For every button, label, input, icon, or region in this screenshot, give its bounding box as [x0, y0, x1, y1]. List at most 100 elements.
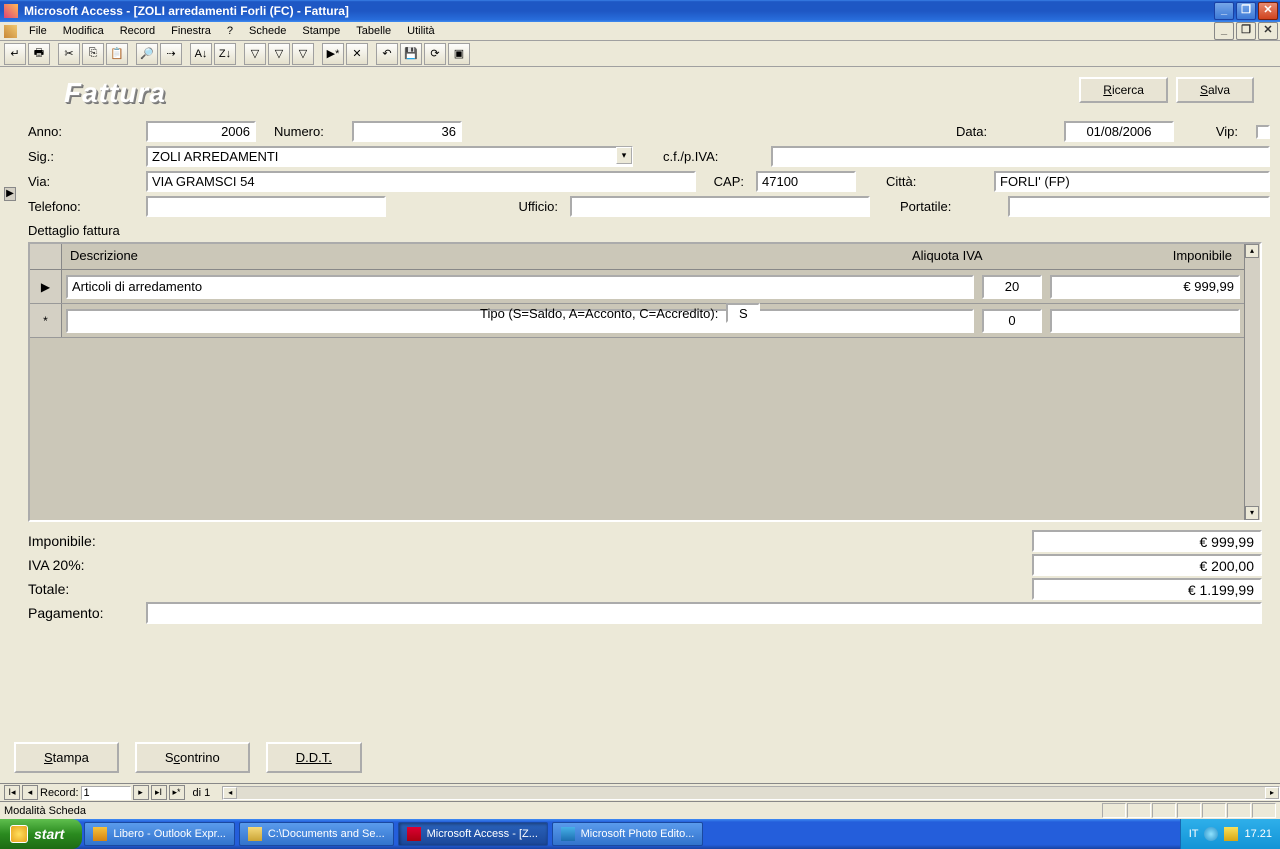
label-portatile: Portatile: — [900, 199, 1000, 214]
tool-database-icon[interactable]: ▣ — [448, 43, 470, 65]
status-text: Modalità Scheda — [4, 805, 86, 817]
mdi-close[interactable]: ✕ — [1258, 22, 1278, 40]
col-imponibile: Imponibile — [1044, 244, 1244, 269]
citta-input[interactable] — [994, 171, 1270, 192]
menu-schede[interactable]: Schede — [241, 23, 294, 39]
menu-stampe[interactable]: Stampe — [294, 23, 348, 39]
telefono-input[interactable] — [146, 196, 386, 217]
detail-subform: Descrizione Aliquota IVA Imponibile ▶ * … — [28, 242, 1262, 522]
start-button[interactable]: start — [0, 819, 82, 849]
menu-help[interactable]: ? — [219, 23, 241, 39]
taskbar-item-outlook[interactable]: Libero - Outlook Expr... — [84, 822, 235, 846]
portatile-input[interactable] — [1008, 196, 1270, 217]
tool-undo-icon[interactable]: ↶ — [376, 43, 398, 65]
label-numero: Numero: — [274, 124, 344, 139]
row-selector-new[interactable]: * — [30, 304, 62, 337]
sig-combo[interactable] — [146, 146, 633, 167]
stampa-button[interactable]: Stampa — [14, 742, 119, 773]
taskbar: start Libero - Outlook Expr... C:\Docume… — [0, 819, 1280, 849]
tool-print-icon[interactable]: 🖶 — [28, 43, 50, 65]
folder-icon — [248, 827, 262, 841]
windows-logo-icon — [10, 825, 28, 843]
menu-record[interactable]: Record — [112, 23, 163, 39]
numero-input[interactable] — [352, 121, 462, 142]
data-input[interactable] — [1064, 121, 1174, 142]
cfpiva-input[interactable] — [771, 146, 1270, 167]
nav-new-icon[interactable]: ▸* — [169, 785, 185, 800]
tool-refresh-icon[interactable]: ⟳ — [424, 43, 446, 65]
row-iva-input[interactable] — [982, 275, 1042, 299]
minimize-button[interactable]: _ — [1214, 2, 1234, 20]
horizontal-scrollbar[interactable]: ▸ ◂ — [222, 786, 1280, 800]
status-cell — [1252, 803, 1276, 818]
cap-input[interactable] — [756, 171, 856, 192]
tool-cut-icon[interactable]: ✂ — [58, 43, 80, 65]
taskbar-item-explorer[interactable]: C:\Documents and Se... — [239, 822, 394, 846]
tool-delete-record-icon[interactable]: ✕ — [346, 43, 368, 65]
bottom-buttons: Stampa Scontrino D.D.T. — [14, 742, 1266, 773]
status-bar: Modalità Scheda — [0, 801, 1280, 819]
tool-goto-icon[interactable]: ⇢ — [160, 43, 182, 65]
ddt-button[interactable]: D.D.T. — [266, 742, 362, 773]
row-descrizione-input[interactable] — [66, 275, 974, 299]
menu-file[interactable]: File — [21, 23, 55, 39]
label-dettaglio: Dettaglio fattura — [28, 223, 1270, 238]
taskbar-item-photoeditor[interactable]: Microsoft Photo Edito... — [552, 822, 704, 846]
row-imponibile-input[interactable] — [1050, 275, 1240, 299]
tool-filter-toggle-icon[interactable]: ▽ — [292, 43, 314, 65]
tool-paste-icon[interactable]: 📋 — [106, 43, 128, 65]
nav-first-icon[interactable]: I◂ — [4, 785, 20, 800]
tool-filter-selection-icon[interactable]: ▽ — [244, 43, 266, 65]
detail-scrollbar[interactable]: ▴ ▾ — [1244, 244, 1260, 520]
chevron-down-icon[interactable]: ▾ — [616, 147, 632, 164]
tool-new-record-icon[interactable]: ▶* — [322, 43, 344, 65]
record-navigator: I◂ ◂ Record: ▸ ▸I ▸* di 1 ▸ ◂ — [0, 783, 1280, 801]
ufficio-input[interactable] — [570, 196, 870, 217]
row-selector[interactable]: ▶ — [30, 270, 62, 303]
label-imponibile: Imponibile: — [28, 533, 138, 549]
scontrino-button[interactable]: Scontrino — [135, 742, 250, 773]
via-input[interactable] — [146, 171, 696, 192]
form-area: ▶ Fattura Ricerca Salva Anno: Numero: Da… — [0, 67, 1280, 732]
row-iva-input[interactable] — [982, 309, 1042, 333]
tool-find-icon[interactable]: 🔎 — [136, 43, 158, 65]
menu-utilita[interactable]: Utilità — [399, 23, 443, 39]
tool-close-icon[interactable]: ↵ — [4, 43, 26, 65]
tool-save-icon[interactable]: 💾 — [400, 43, 422, 65]
salva-button[interactable]: Salva — [1176, 77, 1254, 103]
restore-button[interactable]: ❐ — [1236, 2, 1256, 20]
row-imponibile-input[interactable] — [1050, 309, 1240, 333]
tray-icon[interactable] — [1224, 827, 1238, 841]
nav-current-input[interactable] — [81, 786, 131, 800]
tool-sort-asc-icon[interactable]: A↓ — [190, 43, 212, 65]
menu-tabelle[interactable]: Tabelle — [348, 23, 399, 39]
pagamento-input[interactable] — [146, 602, 1262, 624]
tool-sort-desc-icon[interactable]: Z↓ — [214, 43, 236, 65]
tipo-input[interactable] — [726, 303, 760, 323]
anno-input[interactable] — [146, 121, 256, 142]
toolbar: ↵ 🖶 ✂ ⎘ 📋 🔎 ⇢ A↓ Z↓ ▽ ▽ ▽ ▶* ✕ ↶ 💾 ⟳ ▣ — [0, 41, 1280, 67]
scroll-up-icon[interactable]: ▴ — [1245, 244, 1259, 258]
detail-selector-header[interactable] — [30, 244, 62, 269]
titlebar: Microsoft Access - [ZOLI arredamenti For… — [0, 0, 1280, 22]
clock[interactable]: 17.21 — [1244, 828, 1272, 840]
outlook-icon — [93, 827, 107, 841]
nav-prev-icon[interactable]: ◂ — [22, 785, 38, 800]
taskbar-item-access[interactable]: Microsoft Access - [Z... — [398, 822, 548, 846]
tray-icon[interactable] — [1204, 827, 1218, 841]
ricerca-button[interactable]: Ricerca — [1079, 77, 1168, 103]
tool-copy-icon[interactable]: ⎘ — [82, 43, 104, 65]
col-descrizione: Descrizione — [62, 244, 904, 269]
tool-filter-form-icon[interactable]: ▽ — [268, 43, 290, 65]
scroll-down-icon[interactable]: ▾ — [1245, 506, 1259, 520]
record-selector[interactable]: ▶ — [4, 187, 16, 201]
mdi-restore[interactable]: ❐ — [1236, 22, 1256, 40]
close-button[interactable]: ✕ — [1258, 2, 1278, 20]
language-indicator[interactable]: IT — [1189, 828, 1199, 840]
nav-last-icon[interactable]: ▸I — [151, 785, 167, 800]
nav-next-icon[interactable]: ▸ — [133, 785, 149, 800]
menu-finestra[interactable]: Finestra — [163, 23, 219, 39]
vip-checkbox[interactable] — [1256, 125, 1270, 139]
mdi-minimize[interactable]: _ — [1214, 22, 1234, 40]
menu-modifica[interactable]: Modifica — [55, 23, 112, 39]
